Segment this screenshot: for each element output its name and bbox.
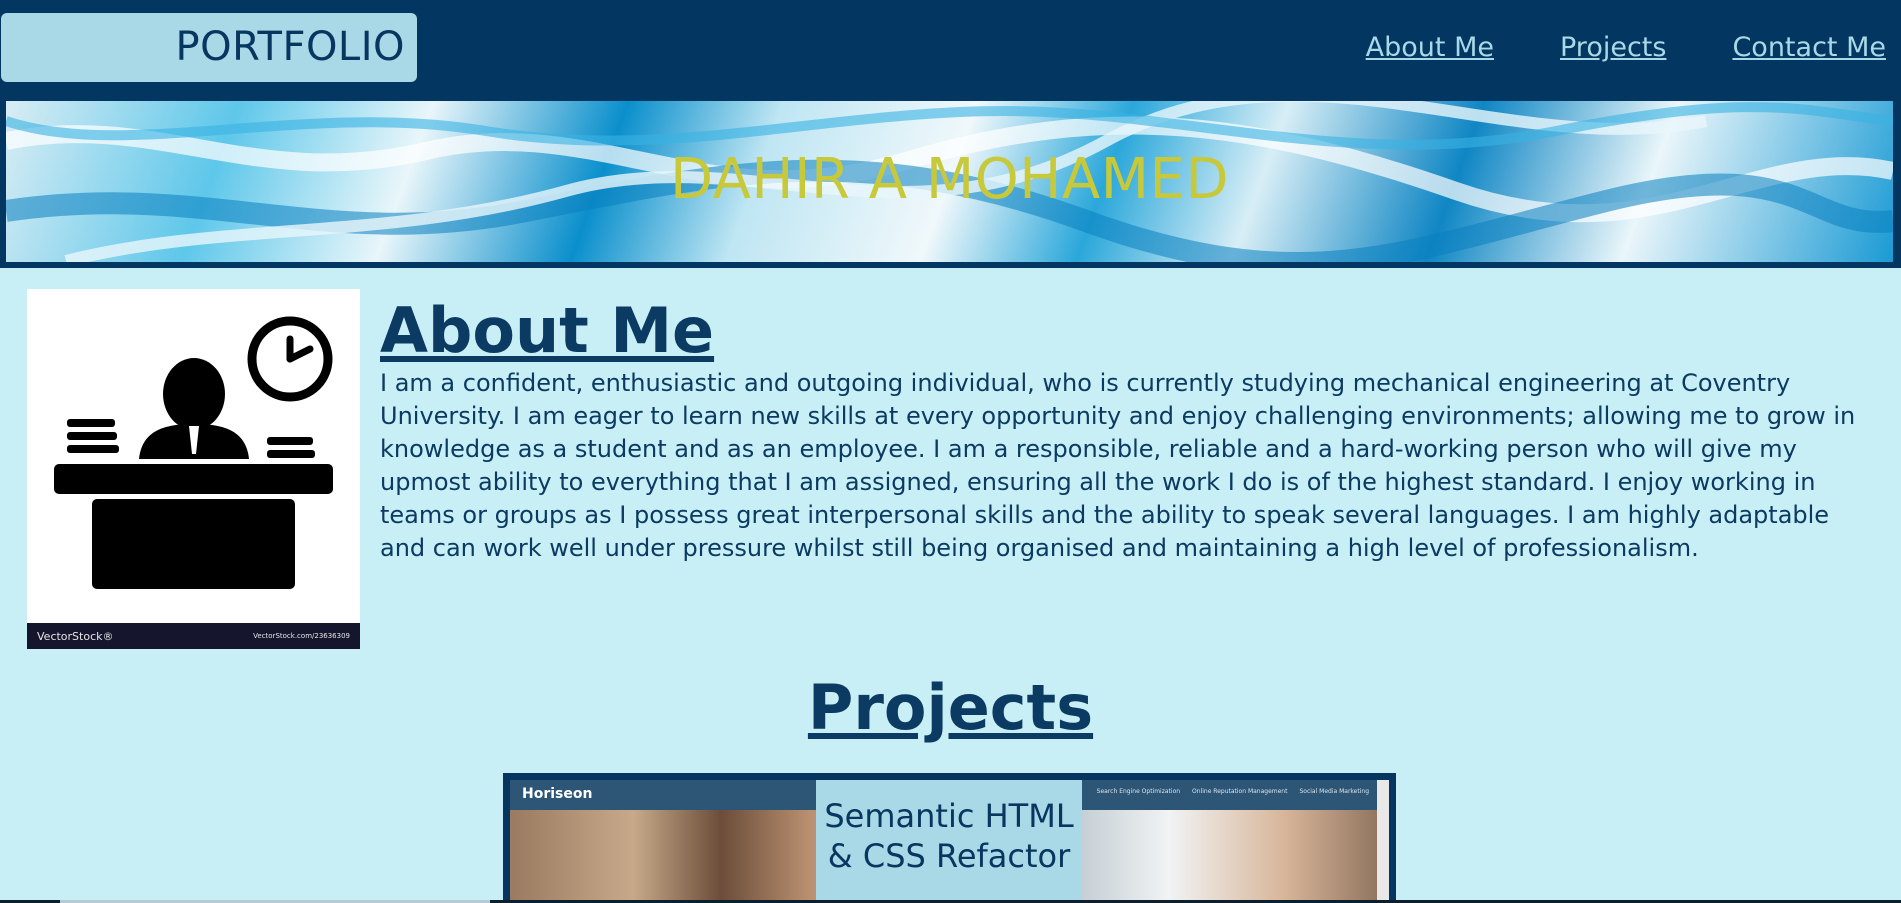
project-preview-nav-item: Social Media Marketing [1299, 788, 1369, 795]
main-nav: About Me Projects Contact Me [1366, 26, 1886, 70]
portfolio-logo[interactable]: PORTFOLIO [1, 13, 417, 82]
hero-banner: DAHIR A MOHAMED [0, 101, 1901, 268]
watermark-left: VectorStock® [37, 629, 114, 643]
project-preview-nav: Search Engine Optimization Online Reputa… [1097, 788, 1369, 795]
about-me-heading: About Me [380, 294, 715, 367]
hero-name-title: DAHIR A MOHAMED [669, 147, 1230, 212]
project-card-horiseon[interactable]: Horiseon Search Engine Optimization Onli… [503, 773, 1396, 903]
project-preview-nav-item: Search Engine Optimization [1096, 788, 1181, 795]
project-title-label[interactable]: Semantic HTML & CSS Refactor [816, 780, 1082, 903]
nav-link-contact-me[interactable]: Contact Me [1732, 26, 1886, 70]
hero-marble-background: DAHIR A MOHAMED [6, 101, 1893, 262]
nav-link-about-me[interactable]: About Me [1366, 26, 1494, 70]
nav-link-projects[interactable]: Projects [1560, 26, 1666, 70]
site-header: PORTFOLIO About Me Projects Contact Me [0, 0, 1901, 101]
project-preview-scrollbar [1377, 780, 1389, 903]
receptionist-desk-clock-icon [54, 316, 333, 589]
projects-heading: Projects [807, 671, 1094, 744]
project-preview-brand: Horiseon [522, 786, 593, 802]
watermark-right: VectorStock.com/23636309 [253, 632, 350, 640]
project-preview-nav-item: Online Reputation Management [1192, 788, 1288, 795]
about-image: VectorStock® VectorStock.com/23636309 [27, 289, 360, 649]
about-me-paragraph: I am a confident, enthusiastic and outgo… [380, 369, 1856, 562]
image-watermark-bar: VectorStock® VectorStock.com/23636309 [27, 623, 360, 649]
